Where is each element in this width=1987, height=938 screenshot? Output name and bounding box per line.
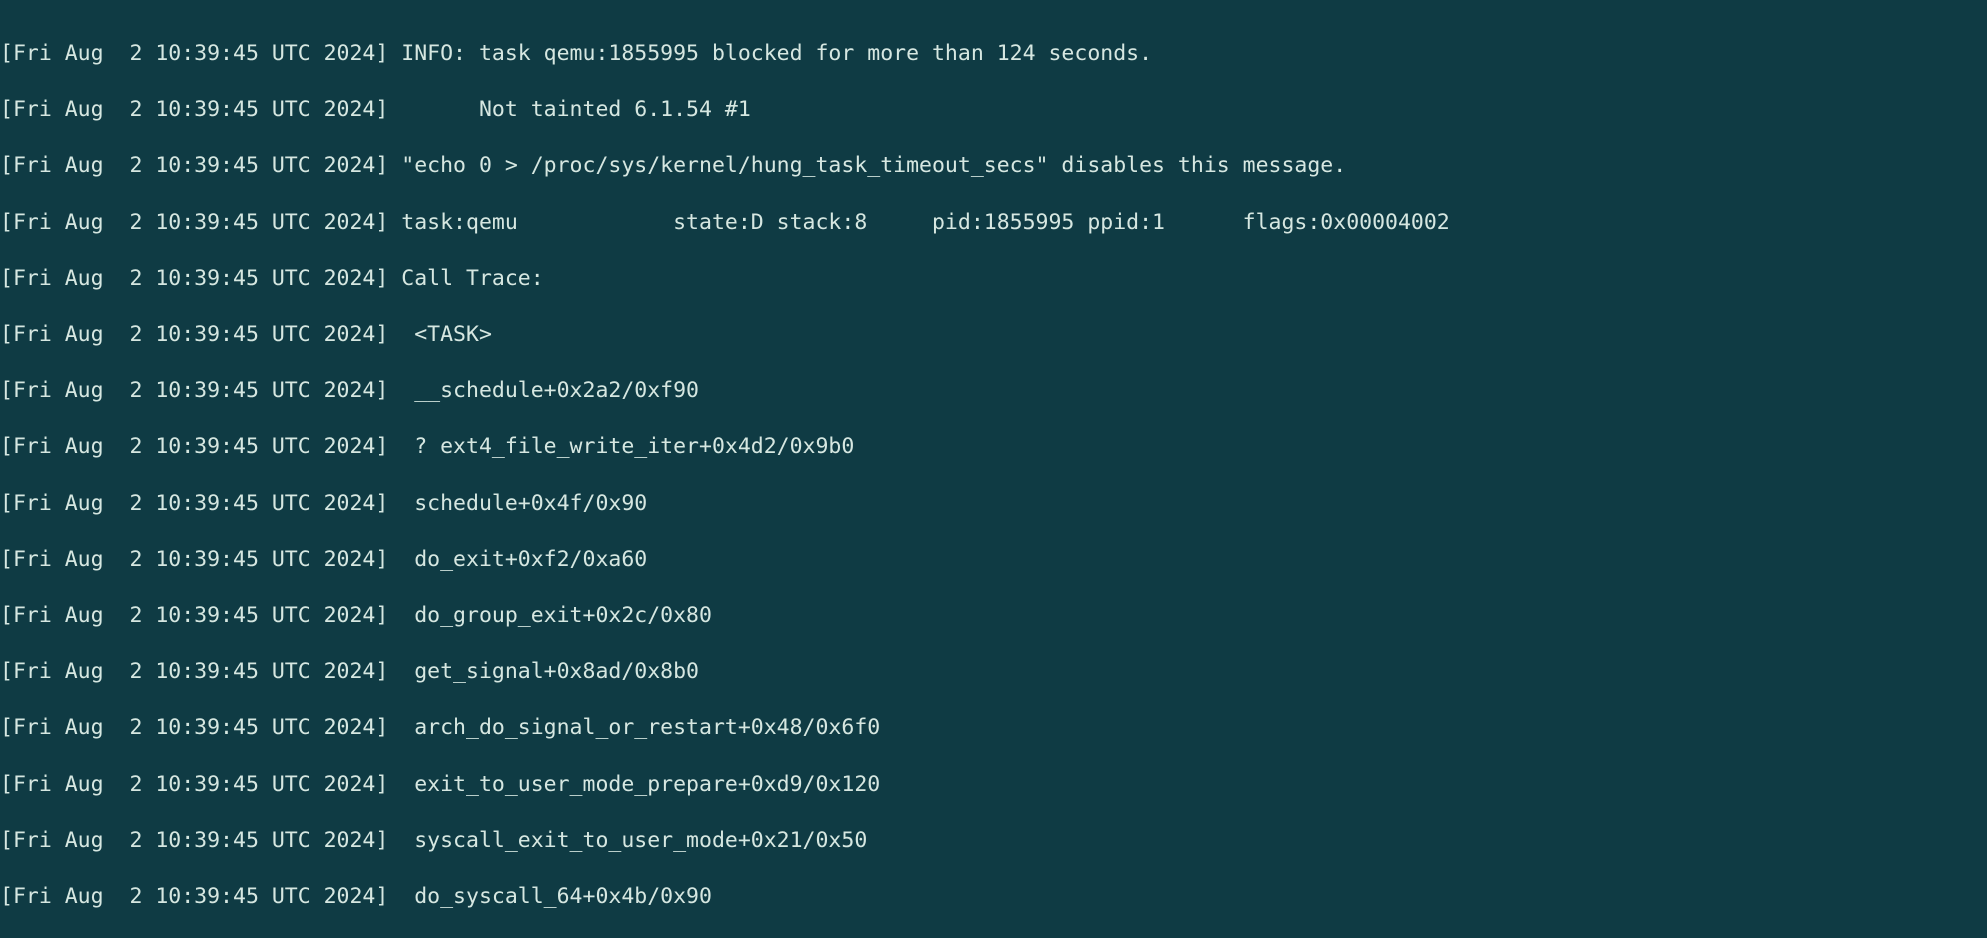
log-timestamp: [Fri Aug 2 10:39:45 UTC 2024] [0, 884, 388, 909]
log-message: <TASK> [401, 322, 492, 347]
log-message: syscall_exit_to_user_mode+0x21/0x50 [401, 828, 867, 853]
log-message: task:qemu state:D stack:8 pid:1855995 pp… [401, 210, 1449, 235]
log-timestamp: [Fri Aug 2 10:39:45 UTC 2024] [0, 97, 388, 122]
log-line: [Fri Aug 2 10:39:45 UTC 2024] Not tainte… [0, 96, 1987, 124]
log-message: get_signal+0x8ad/0x8b0 [401, 659, 699, 684]
log-timestamp: [Fri Aug 2 10:39:45 UTC 2024] [0, 491, 388, 516]
log-line: [Fri Aug 2 10:39:45 UTC 2024] task:qemu … [0, 209, 1987, 237]
log-message: __schedule+0x2a2/0xf90 [401, 378, 699, 403]
log-line: [Fri Aug 2 10:39:45 UTC 2024] do_syscall… [0, 883, 1987, 911]
log-line: [Fri Aug 2 10:39:45 UTC 2024] do_group_e… [0, 602, 1987, 630]
log-timestamp: [Fri Aug 2 10:39:45 UTC 2024] [0, 210, 388, 235]
log-timestamp: [Fri Aug 2 10:39:45 UTC 2024] [0, 322, 388, 347]
log-line: [Fri Aug 2 10:39:45 UTC 2024] exit_to_us… [0, 771, 1987, 799]
log-timestamp: [Fri Aug 2 10:39:45 UTC 2024] [0, 266, 388, 291]
log-line: [Fri Aug 2 10:39:45 UTC 2024] ? ext4_fil… [0, 433, 1987, 461]
log-timestamp: [Fri Aug 2 10:39:45 UTC 2024] [0, 547, 388, 572]
log-line: [Fri Aug 2 10:39:45 UTC 2024] get_signal… [0, 658, 1987, 686]
terminal-output: [Fri Aug 2 10:39:45 UTC 2024] INFO: task… [0, 0, 1987, 938]
log-timestamp: [Fri Aug 2 10:39:45 UTC 2024] [0, 153, 388, 178]
log-line: [Fri Aug 2 10:39:45 UTC 2024] INFO: task… [0, 40, 1987, 68]
log-message: ? ext4_file_write_iter+0x4d2/0x9b0 [401, 434, 854, 459]
log-message: do_group_exit+0x2c/0x80 [401, 603, 712, 628]
log-timestamp: [Fri Aug 2 10:39:45 UTC 2024] [0, 828, 388, 853]
log-timestamp: [Fri Aug 2 10:39:45 UTC 2024] [0, 41, 388, 66]
log-line: [Fri Aug 2 10:39:45 UTC 2024] arch_do_si… [0, 714, 1987, 742]
log-timestamp: [Fri Aug 2 10:39:45 UTC 2024] [0, 659, 388, 684]
log-line: [Fri Aug 2 10:39:45 UTC 2024] __schedule… [0, 377, 1987, 405]
log-line: [Fri Aug 2 10:39:45 UTC 2024] do_exit+0x… [0, 546, 1987, 574]
log-message: INFO: task qemu:1855995 blocked for more… [401, 41, 1152, 66]
log-message: do_exit+0xf2/0xa60 [401, 547, 647, 572]
log-line: [Fri Aug 2 10:39:45 UTC 2024] "echo 0 > … [0, 152, 1987, 180]
log-line: [Fri Aug 2 10:39:45 UTC 2024] schedule+0… [0, 490, 1987, 518]
log-message: exit_to_user_mode_prepare+0xd9/0x120 [401, 772, 880, 797]
log-timestamp: [Fri Aug 2 10:39:45 UTC 2024] [0, 603, 388, 628]
log-message: arch_do_signal_or_restart+0x48/0x6f0 [401, 715, 880, 740]
log-line: [Fri Aug 2 10:39:45 UTC 2024] syscall_ex… [0, 827, 1987, 855]
log-timestamp: [Fri Aug 2 10:39:45 UTC 2024] [0, 378, 388, 403]
log-message: do_syscall_64+0x4b/0x90 [401, 884, 712, 909]
log-line: [Fri Aug 2 10:39:45 UTC 2024] Call Trace… [0, 265, 1987, 293]
log-line: [Fri Aug 2 10:39:45 UTC 2024] <TASK> [0, 321, 1987, 349]
log-timestamp: [Fri Aug 2 10:39:45 UTC 2024] [0, 715, 388, 740]
log-message: Not tainted 6.1.54 #1 [401, 97, 751, 122]
log-timestamp: [Fri Aug 2 10:39:45 UTC 2024] [0, 434, 388, 459]
log-message: schedule+0x4f/0x90 [401, 491, 647, 516]
log-message: Call Trace: [401, 266, 543, 291]
log-message: "echo 0 > /proc/sys/kernel/hung_task_tim… [401, 153, 1346, 178]
log-timestamp: [Fri Aug 2 10:39:45 UTC 2024] [0, 772, 388, 797]
